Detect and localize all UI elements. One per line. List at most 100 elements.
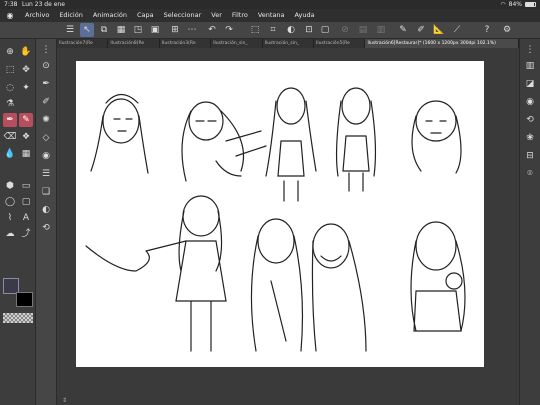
tab-doc-6[interactable]: Ilustración5(Re (314, 39, 366, 48)
navigator-palette-icon[interactable]: ◉ (523, 95, 537, 109)
menu-icon[interactable]: ☰ (63, 23, 77, 37)
layer-palette-icon[interactable]: ▥ (523, 59, 537, 73)
sketch-girl-5 (411, 100, 462, 174)
tab-doc-3[interactable]: Ilustración3(Re (160, 39, 212, 48)
menu-capa[interactable]: Capa (132, 9, 159, 22)
expand-handle-icon[interactable]: ⇕ (62, 397, 67, 404)
fill-icon[interactable]: ▦ (114, 23, 128, 37)
blend-icon[interactable]: 💧 (3, 147, 17, 161)
sketch-girl-hood (410, 221, 466, 332)
layer-icon[interactable]: ▣ (148, 23, 162, 37)
fill-sel-icon[interactable]: ▤ (356, 23, 370, 37)
ruler2-icon[interactable]: ⟋ (450, 23, 464, 37)
clear-icon[interactable]: ⊘ (338, 23, 352, 37)
pen-icon[interactable]: ✎ (396, 23, 410, 37)
options-icon[interactable]: ⋯ (185, 23, 199, 37)
magic-wand-icon[interactable]: ✦ (19, 81, 33, 95)
expand-icon[interactable]: ⊡ (302, 23, 316, 37)
undo-icon[interactable]: ↶ (205, 23, 219, 37)
text-icon[interactable]: A (19, 211, 33, 225)
right-palette-bar: ⋮ ▥ ◪ ◉ ⟲ ❀ ⊟ ⌾ (519, 39, 540, 405)
menu-bar: ◉ Archivo Edición Animación Capa Selecci… (0, 9, 540, 22)
decoration-icon[interactable]: ❖ (19, 130, 33, 144)
sketch-drawings (85, 87, 466, 352)
transform-icon[interactable]: ◳ (131, 23, 145, 37)
command-bar: ☰ ↖ ⧉ ▦ ◳ ▣ ⊞ ⋯ ↶ ↷ ⬚ ⌗ ◐ ⊡ ▢ ⊘ ▤ ▥ ✎ ✐ … (0, 22, 540, 39)
pen-tool-icon[interactable]: ✒ (3, 113, 17, 127)
canvas-area[interactable] (57, 48, 519, 405)
select-arrow-icon[interactable]: ↖ (80, 23, 94, 37)
ruler-tool-icon[interactable]: ⌇ (3, 211, 17, 225)
ios-status-bar: 7:38 Lun 23 de ene ◠ 84% (0, 0, 540, 9)
lasso-icon[interactable]: ◌ (3, 81, 17, 95)
sub-color-icon[interactable]: ◐ (39, 203, 53, 217)
selection-icon[interactable]: ▢ (318, 23, 332, 37)
frame-icon[interactable]: ▢ (19, 195, 33, 209)
sub-color-swatch[interactable] (16, 292, 33, 307)
sketch-twin-2 (311, 223, 367, 352)
deselect-icon[interactable]: ⬚ (248, 23, 262, 37)
drawing-canvas[interactable] (76, 61, 484, 367)
menu-edicion[interactable]: Edición (54, 9, 88, 22)
tab-doc-1[interactable]: Ilustración7(Re (57, 39, 109, 48)
grip-right-icon[interactable]: ⋮ (523, 43, 537, 57)
material-palette-icon[interactable]: ◪ (523, 77, 537, 91)
tab-doc-active[interactable]: Ilustración6[Restaurar]* (1600 x 1200px … (365, 39, 519, 48)
fill-bucket-icon[interactable]: ⬢ (3, 179, 17, 193)
menu-archivo[interactable]: Archivo (20, 9, 54, 22)
menu-filtro[interactable]: Filtro (227, 9, 253, 22)
document-tabs: Ilustración7(Re Ilustración8(Re Ilustrac… (57, 39, 519, 48)
menu-ventana[interactable]: Ventana (253, 9, 290, 22)
sub-history-icon[interactable]: ⟲ (39, 221, 53, 235)
move-icon[interactable]: ✥ (19, 63, 33, 77)
grip-icon[interactable]: ⋮ (39, 43, 53, 57)
hand-icon[interactable]: ✋ (19, 45, 33, 59)
sub-pencil-icon[interactable]: ✐ (39, 95, 53, 109)
tool-palette: ⊕ ✋ ⬚ ✥ ◌ ✦ ⚗ ✒ ✎ ⌫ ❖ 💧 ▦ ⬢ ▭ ◯ ▢ ⌇ A ☁ … (0, 39, 36, 405)
app-logo-icon[interactable]: ◉ (0, 9, 20, 22)
sketch-girl-4 (335, 87, 377, 192)
pen2-icon[interactable]: ✐ (414, 23, 428, 37)
history-palette-icon[interactable]: ⟲ (523, 113, 537, 127)
invert-icon[interactable]: ◐ (284, 23, 298, 37)
transparent-color-swatch[interactable] (3, 313, 33, 323)
sub-brush-icon[interactable]: ✒ (39, 77, 53, 91)
layer-property-icon[interactable]: ⊟ (523, 149, 537, 163)
stroke-icon[interactable]: ▥ (374, 23, 388, 37)
sketch-skull-girl (181, 101, 267, 182)
zoom-icon[interactable]: ⊕ (3, 45, 17, 59)
sub-settings-icon[interactable]: ☰ (39, 167, 53, 181)
layer-panel-icon[interactable]: ▦ (19, 147, 33, 161)
menu-ayuda[interactable]: Ayuda (290, 9, 320, 22)
menu-animacion[interactable]: Animación (88, 9, 132, 22)
eraser-icon[interactable]: ⌫ (3, 130, 17, 144)
shape-icon[interactable]: ◯ (3, 195, 17, 209)
select-icon[interactable]: ⬚ (3, 63, 17, 77)
brush-tool-icon[interactable]: ✎ (19, 113, 33, 127)
wifi-status-icon: ◠ (500, 1, 506, 8)
menu-seleccionar[interactable]: Seleccionar (159, 9, 207, 22)
balloon-icon[interactable]: ☁ (3, 227, 17, 241)
gradient-icon[interactable]: ▭ (19, 179, 33, 193)
camera-icon[interactable]: ⌾ (523, 167, 537, 181)
settings-icon[interactable]: ⚙ (500, 23, 514, 37)
correct-line-icon[interactable]: ⤴ (19, 227, 33, 241)
battery-icon (525, 2, 536, 7)
color-wheel-icon[interactable]: ❀ (523, 131, 537, 145)
ruler-icon[interactable]: 📐 (432, 23, 446, 37)
eyedropper-icon[interactable]: ⚗ (3, 97, 17, 111)
menu-ver[interactable]: Ver (206, 9, 227, 22)
layer-prop-icon[interactable]: ⊞ (168, 23, 182, 37)
crop-icon[interactable]: ⌗ (266, 23, 280, 37)
sub-material-icon[interactable]: ❑ (39, 185, 53, 199)
sub-zoom-icon[interactable]: ⊙ (39, 59, 53, 73)
redo-icon[interactable]: ↷ (222, 23, 236, 37)
sub-navigator-icon[interactable]: ◉ (39, 149, 53, 163)
layer-move-icon[interactable]: ⧉ (97, 23, 111, 37)
tab-doc-4[interactable]: Ilustración_sin_ (211, 39, 263, 48)
sub-layers-icon[interactable]: ◇ (39, 131, 53, 145)
tab-doc-2[interactable]: Ilustración8(Re (108, 39, 160, 48)
sub-airbrush-icon[interactable]: ✺ (39, 113, 53, 127)
tab-doc-5[interactable]: Ilustración_sin_ (263, 39, 315, 48)
help-icon[interactable]: ? (480, 23, 494, 37)
